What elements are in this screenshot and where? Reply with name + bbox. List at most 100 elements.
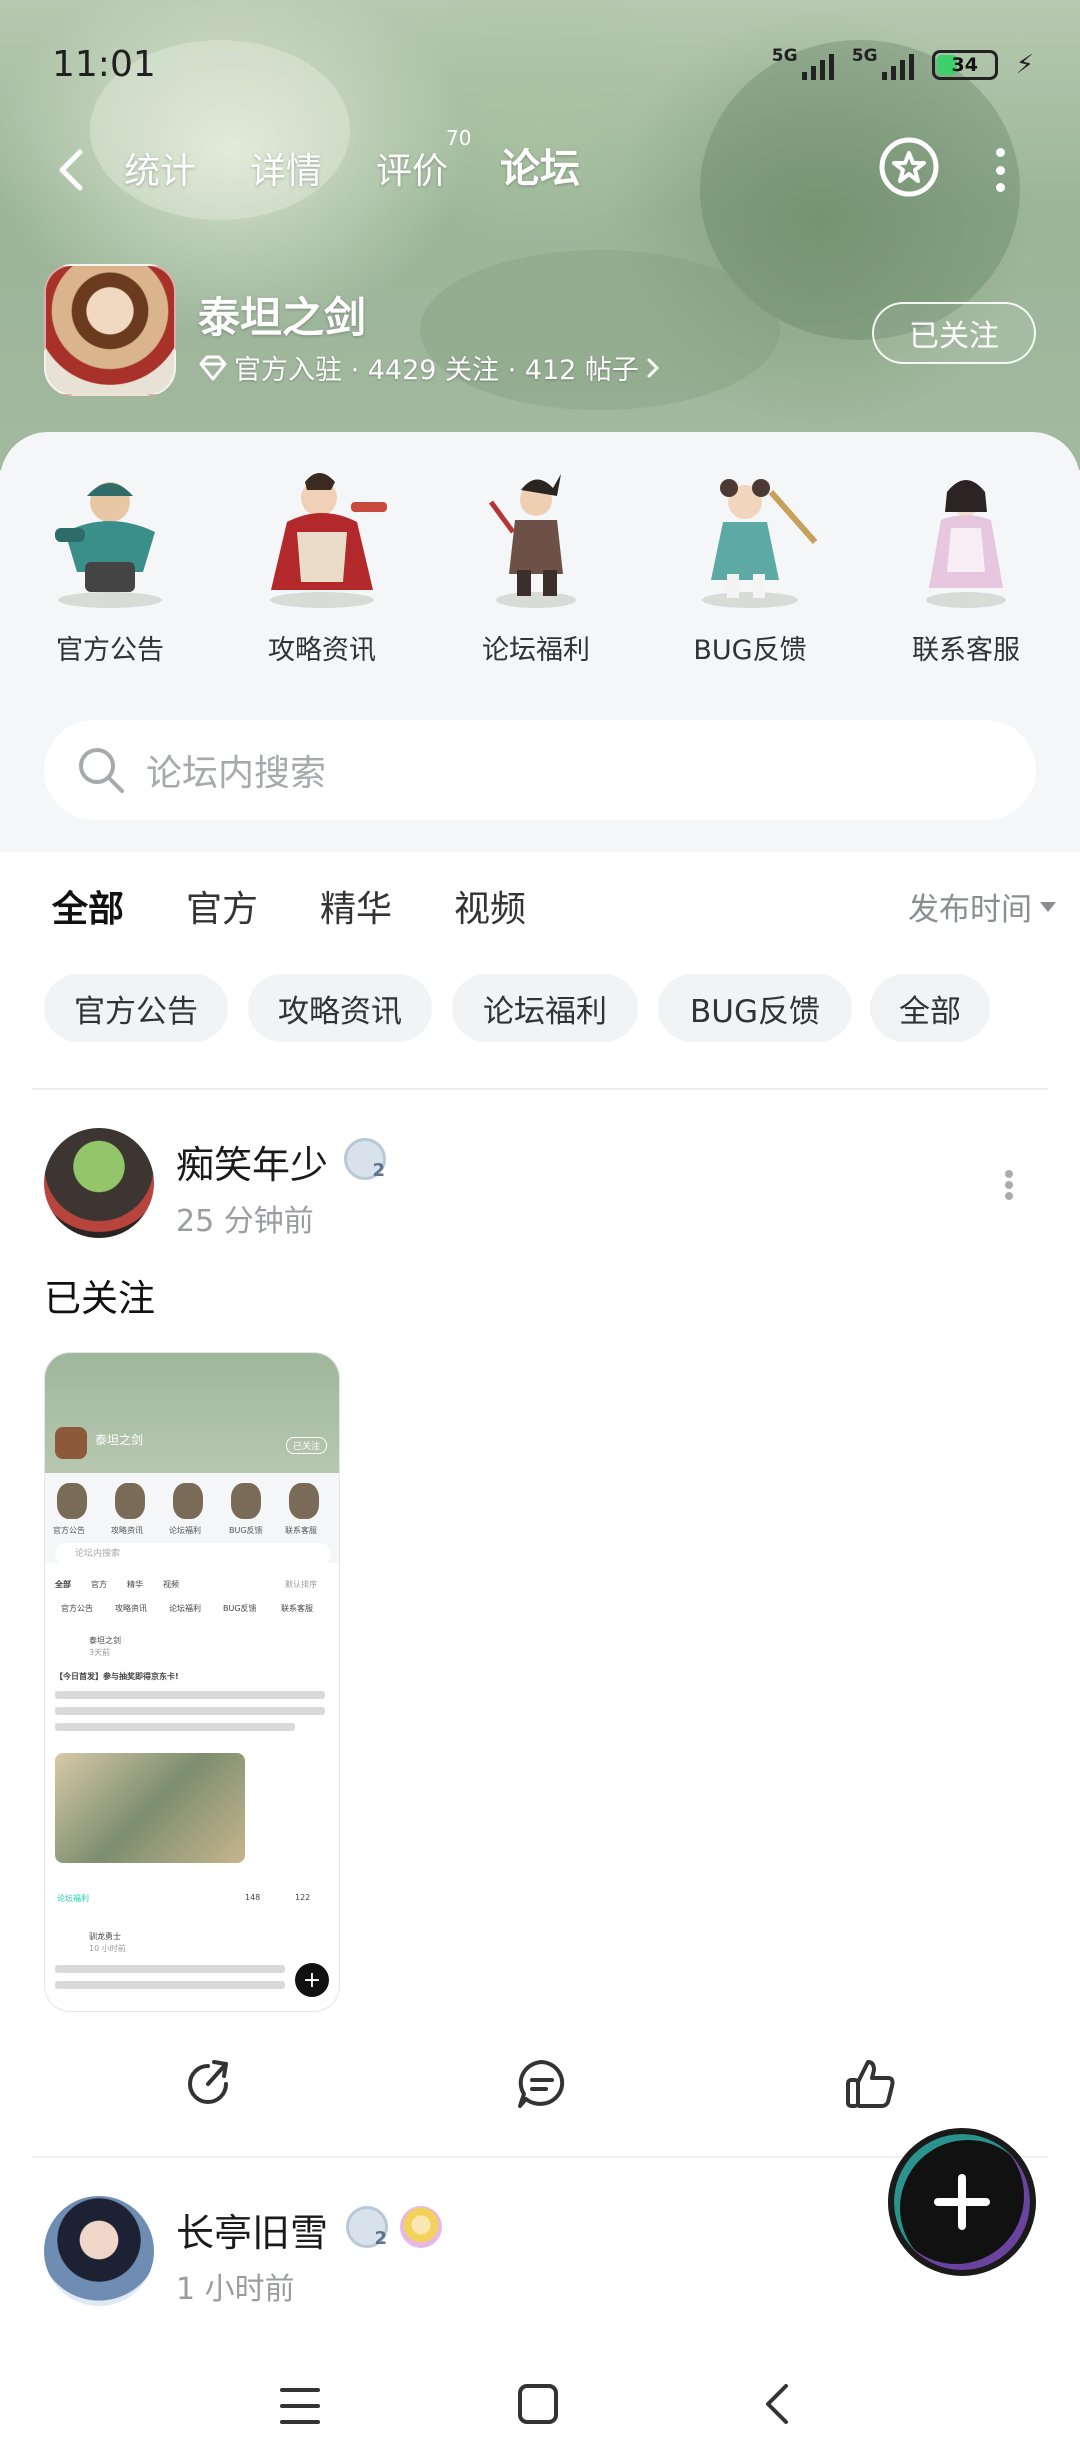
signal-icon: 5G [772,46,834,80]
chip-all[interactable]: 全部 [870,974,990,1042]
category-customer-service[interactable]: 联系客服 [876,462,1056,667]
post-text[interactable]: 已关注 [44,1268,155,1322]
thumb-tab: 视频 [163,1580,179,1589]
category-strategy-news[interactable]: 攻略资讯 [232,462,412,667]
thumb-post2-user: 驯龙勇士 [89,1932,121,1941]
thumb-post-title: 【今日首发】参与抽奖即得京东卡! [55,1672,179,1681]
thumb-post-time: 3天前 [89,1648,111,1657]
review-count-badge: 70 [446,126,472,150]
thumb-text-line [55,1981,285,1989]
avatar[interactable] [44,2196,154,2306]
level-badge-icon [346,2206,388,2249]
top-nav: 统计 详情 评价 70 论坛 [0,120,1080,220]
filter-tab-featured[interactable]: 精华 [320,880,392,932]
thumb-post-comments: 148 [245,1893,261,1902]
thumb-cat: 论坛福利 [169,1526,201,1535]
home-icon[interactable] [518,2384,558,2424]
search-input[interactable]: 论坛内搜索 [44,720,1036,820]
character-icon [55,482,162,608]
filter-tab-all[interactable]: 全部 [52,880,124,936]
menu-icon[interactable] [280,2388,320,2424]
diamond-icon [199,355,227,380]
category-label: 攻略资讯 [268,635,376,666]
chevron-right-icon [647,358,660,377]
tab-reviews[interactable]: 评价 [376,142,448,194]
post-time: 1 小时前 [176,2272,295,2307]
chip-official-announcement[interactable]: 官方公告 [44,974,228,1042]
post-username[interactable]: 痴笑年少 [176,1134,328,1189]
divider [32,1088,1048,1090]
post-time: 25 分钟前 [176,1204,314,1239]
sort-dropdown[interactable]: 发布时间 [908,884,1056,929]
thumb-text-line [55,1691,325,1699]
status-bar: 11:01 5G 5G 34 ⚡ [0,0,1080,130]
chip-forum-benefits[interactable]: 论坛福利 [452,974,638,1042]
more-vertical-icon[interactable] [990,148,1010,192]
chip-strategy-news[interactable]: 攻略资讯 [248,974,432,1042]
back-icon[interactable] [762,2382,792,2426]
thumb-title: 泰坦之剑 [95,1433,144,1447]
thumb-post-user: 泰坦之剑 [89,1636,121,1645]
thumbs-up-icon[interactable] [842,2056,898,2112]
character-icon [702,479,818,608]
category-label: BUG反馈 [693,635,807,666]
battery-level: 34 [951,54,978,76]
filter-tab-official[interactable]: 官方 [186,880,258,932]
thumb-chip: 官方公告 [61,1604,93,1613]
thumb-cat: BUG反馈 [229,1526,263,1535]
sort-label: 发布时间 [908,892,1032,928]
thumb-tab: 官方 [91,1580,107,1589]
post-image[interactable]: 泰坦之剑 已关注 官方公告 攻略资讯 论坛福利 BUG反馈 联系客服 论坛内搜索… [44,1352,340,2012]
thumb-text-line [55,1965,285,1973]
tab-stats[interactable]: 统计 [124,142,196,194]
chip-bug-report[interactable]: BUG反馈 [658,974,852,1042]
share-icon[interactable] [180,2056,236,2112]
chevron-left-icon[interactable] [52,148,92,192]
thumb-plus-icon: + [295,1963,329,1997]
post-username[interactable]: 长亭旧雪 [176,2202,328,2257]
divider [32,2156,1048,2158]
star-icon[interactable] [878,136,940,198]
character-icon [488,474,576,608]
header-banner: 11:01 5G 5G 34 ⚡ 统计 详情 评价 70 论坛 泰坦之剑 官方入… [0,0,1080,470]
thumb-post2-time: 10 小时前 [89,1944,126,1953]
game-meta-text: 官方入驻 · 4429 关注 · 412 帖子 [234,355,639,386]
status-time: 11:01 [52,44,156,85]
thumb-banner [45,1353,339,1473]
category-bug-report[interactable]: BUG反馈 [660,462,840,667]
thumb-cat: 官方公告 [53,1526,85,1535]
signal-icon-2: 5G [852,46,914,80]
thumb-chip: BUG反馈 [223,1604,257,1613]
search-icon [79,748,124,793]
thumb-post-tag: 论坛福利 [57,1894,89,1903]
thumb-text-line [55,1723,295,1731]
avatar[interactable] [44,1128,154,1238]
thumb-cat: 联系客服 [285,1526,317,1535]
tab-forum[interactable]: 论坛 [500,136,580,198]
thumb-cat: 攻略资讯 [111,1526,143,1535]
game-meta[interactable]: 官方入驻 · 4429 关注 · 412 帖子 [198,348,661,387]
more-vertical-icon[interactable] [1003,1170,1015,1200]
create-post-button[interactable] [888,2128,1036,2276]
category-label: 官方公告 [56,635,164,666]
thumb-post-image [55,1753,245,1863]
thumb-post-likes: 122 [295,1893,311,1902]
follow-button[interactable]: 已关注 [872,302,1036,364]
sticker-badge-icon [400,2206,442,2248]
thumb-tab: 精华 [127,1580,143,1589]
category-official-announcement[interactable]: 官方公告 [20,462,200,667]
level-badge-icon [344,1138,386,1181]
charging-icon: ⚡ [1015,50,1034,80]
category-forum-benefits[interactable]: 论坛福利 [446,462,626,667]
tab-details[interactable]: 详情 [250,142,322,194]
category-label: 论坛福利 [482,635,590,666]
thumb-sort: 默认排序 [285,1580,317,1589]
thumb-text-line [55,1707,325,1715]
status-icons: 5G 5G 34 ⚡ [772,46,1034,80]
game-title: 泰坦之剑 [198,293,367,342]
comment-icon[interactable] [514,2056,570,2112]
caret-down-icon [1040,901,1056,912]
thumb-chip: 论坛福利 [169,1604,201,1613]
post-actions [0,2040,1080,2130]
filter-tab-video[interactable]: 视频 [454,880,526,932]
